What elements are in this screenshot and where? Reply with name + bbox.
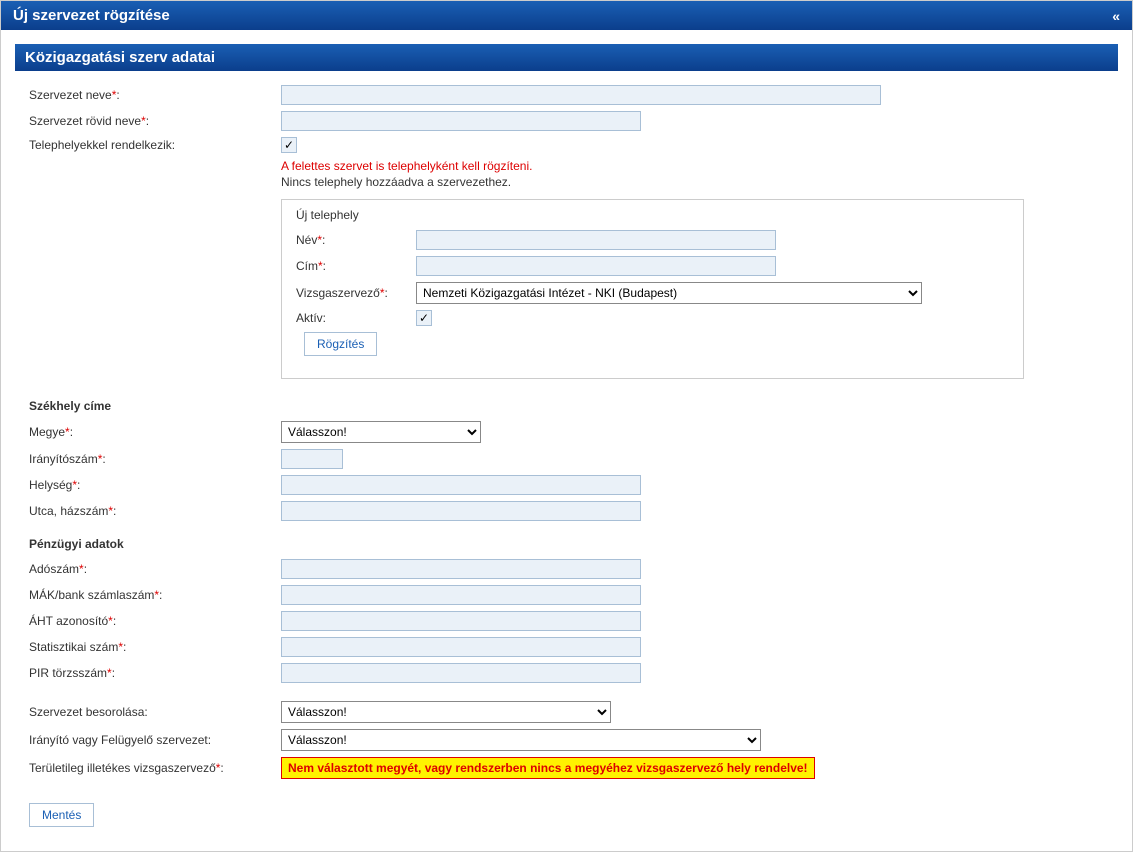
- label-text: Statisztikai szám: [29, 640, 118, 654]
- site-address-label: Cím*:: [296, 259, 416, 273]
- required-mark: *: [108, 614, 113, 628]
- pir-label: PIR törzsszám*:: [29, 666, 281, 680]
- label-text: Vizsgaszervező: [296, 286, 380, 300]
- site-active-label: Aktív:: [296, 311, 416, 325]
- label-text: Név: [296, 233, 317, 247]
- site-address-input[interactable]: [416, 256, 776, 276]
- required-mark: *: [79, 562, 84, 576]
- required-mark: *: [141, 114, 146, 128]
- supervisor-select[interactable]: Válasszon!: [281, 729, 761, 751]
- window-title: Új szervezet rögzítése: [13, 7, 170, 24]
- required-mark: *: [108, 504, 113, 518]
- label-text: Irányítószám: [29, 452, 98, 466]
- org-shortname-label: Szervezet rövid neve*:: [29, 114, 281, 128]
- new-site-legend: Új telephely: [296, 208, 1009, 222]
- label-text: Megye: [29, 425, 65, 439]
- required-mark: *: [118, 640, 123, 654]
- required-mark: *: [380, 286, 385, 300]
- county-label: Megye*:: [29, 425, 281, 439]
- label-text: Helység: [29, 478, 72, 492]
- required-mark: *: [216, 761, 221, 775]
- supervisor-label: Irányító vagy Felügyelő szervezet:: [29, 733, 281, 747]
- territorial-alert: Nem választott megyét, vagy rendszerben …: [281, 757, 815, 779]
- collapse-icon[interactable]: «: [1112, 8, 1120, 24]
- county-select[interactable]: Válasszon!: [281, 421, 481, 443]
- org-name-input[interactable]: [281, 85, 881, 105]
- bank-label: MÁK/bank számlaszám*:: [29, 588, 281, 602]
- required-mark: *: [318, 259, 323, 273]
- category-select[interactable]: Válasszon!: [281, 701, 611, 723]
- warn-parent-site: A felettes szervet is telephelyként kell…: [281, 159, 1104, 173]
- seat-heading: Székhely címe: [29, 399, 1104, 413]
- label-text: Utca, házszám: [29, 504, 108, 518]
- org-shortname-input[interactable]: [281, 111, 641, 131]
- label-text: Cím: [296, 259, 318, 273]
- stat-input[interactable]: [281, 637, 641, 657]
- street-input[interactable]: [281, 501, 641, 521]
- site-name-label: Név*:: [296, 233, 416, 247]
- tax-input[interactable]: [281, 559, 641, 579]
- zip-input[interactable]: [281, 449, 343, 469]
- label-text: Területileg illetékes vizsgaszervező: [29, 761, 216, 775]
- required-mark: *: [65, 425, 70, 439]
- site-name-input[interactable]: [416, 230, 776, 250]
- finance-heading: Pénzügyi adatok: [29, 537, 1104, 551]
- section-header: Közigazgatási szerv adatai: [15, 44, 1118, 71]
- new-site-fieldset: Új telephely Név*: Cím*: Vizsgaszervező: [281, 199, 1024, 379]
- required-mark: *: [72, 478, 77, 492]
- org-name-label: Szervezet neve*:: [29, 88, 281, 102]
- territorial-label: Területileg illetékes vizsgaszervező*:: [29, 761, 281, 775]
- save-button[interactable]: Mentés: [29, 803, 94, 827]
- city-label: Helység*:: [29, 478, 281, 492]
- city-input[interactable]: [281, 475, 641, 495]
- aht-label: ÁHT azonosító*:: [29, 614, 281, 628]
- label-text: MÁK/bank számlaszám: [29, 588, 154, 602]
- required-mark: *: [98, 452, 103, 466]
- label-text: Szervezet neve: [29, 88, 112, 102]
- exam-org-label: Vizsgaszervező*:: [296, 286, 416, 300]
- required-mark: *: [112, 88, 117, 102]
- required-mark: *: [317, 233, 322, 247]
- category-label: Szervezet besorolása:: [29, 705, 281, 719]
- aht-input[interactable]: [281, 611, 641, 631]
- titlebar: Új szervezet rögzítése «: [1, 1, 1132, 30]
- site-active-checkbox[interactable]: [416, 310, 432, 326]
- has-sites-label: Telephelyekkel rendelkezik:: [29, 138, 281, 152]
- exam-org-select[interactable]: Nemzeti Közigazgatási Intézet - NKI (Bud…: [416, 282, 922, 304]
- street-label: Utca, házszám*:: [29, 504, 281, 518]
- zip-label: Irányítószám*:: [29, 452, 281, 466]
- label-text: PIR törzsszám: [29, 666, 107, 680]
- label-text: ÁHT azonosító: [29, 614, 108, 628]
- label-text: Adószám: [29, 562, 79, 576]
- no-site-msg: Nincs telephely hozzáadva a szervezethez…: [281, 175, 1104, 189]
- site-save-button[interactable]: Rögzítés: [304, 332, 377, 356]
- required-mark: *: [154, 588, 159, 602]
- tax-label: Adószám*:: [29, 562, 281, 576]
- has-sites-checkbox[interactable]: [281, 137, 297, 153]
- label-text: Szervezet rövid neve: [29, 114, 141, 128]
- pir-input[interactable]: [281, 663, 641, 683]
- stat-label: Statisztikai szám*:: [29, 640, 281, 654]
- bank-input[interactable]: [281, 585, 641, 605]
- window-frame: Új szervezet rögzítése « Közigazgatási s…: [0, 0, 1133, 852]
- required-mark: *: [107, 666, 112, 680]
